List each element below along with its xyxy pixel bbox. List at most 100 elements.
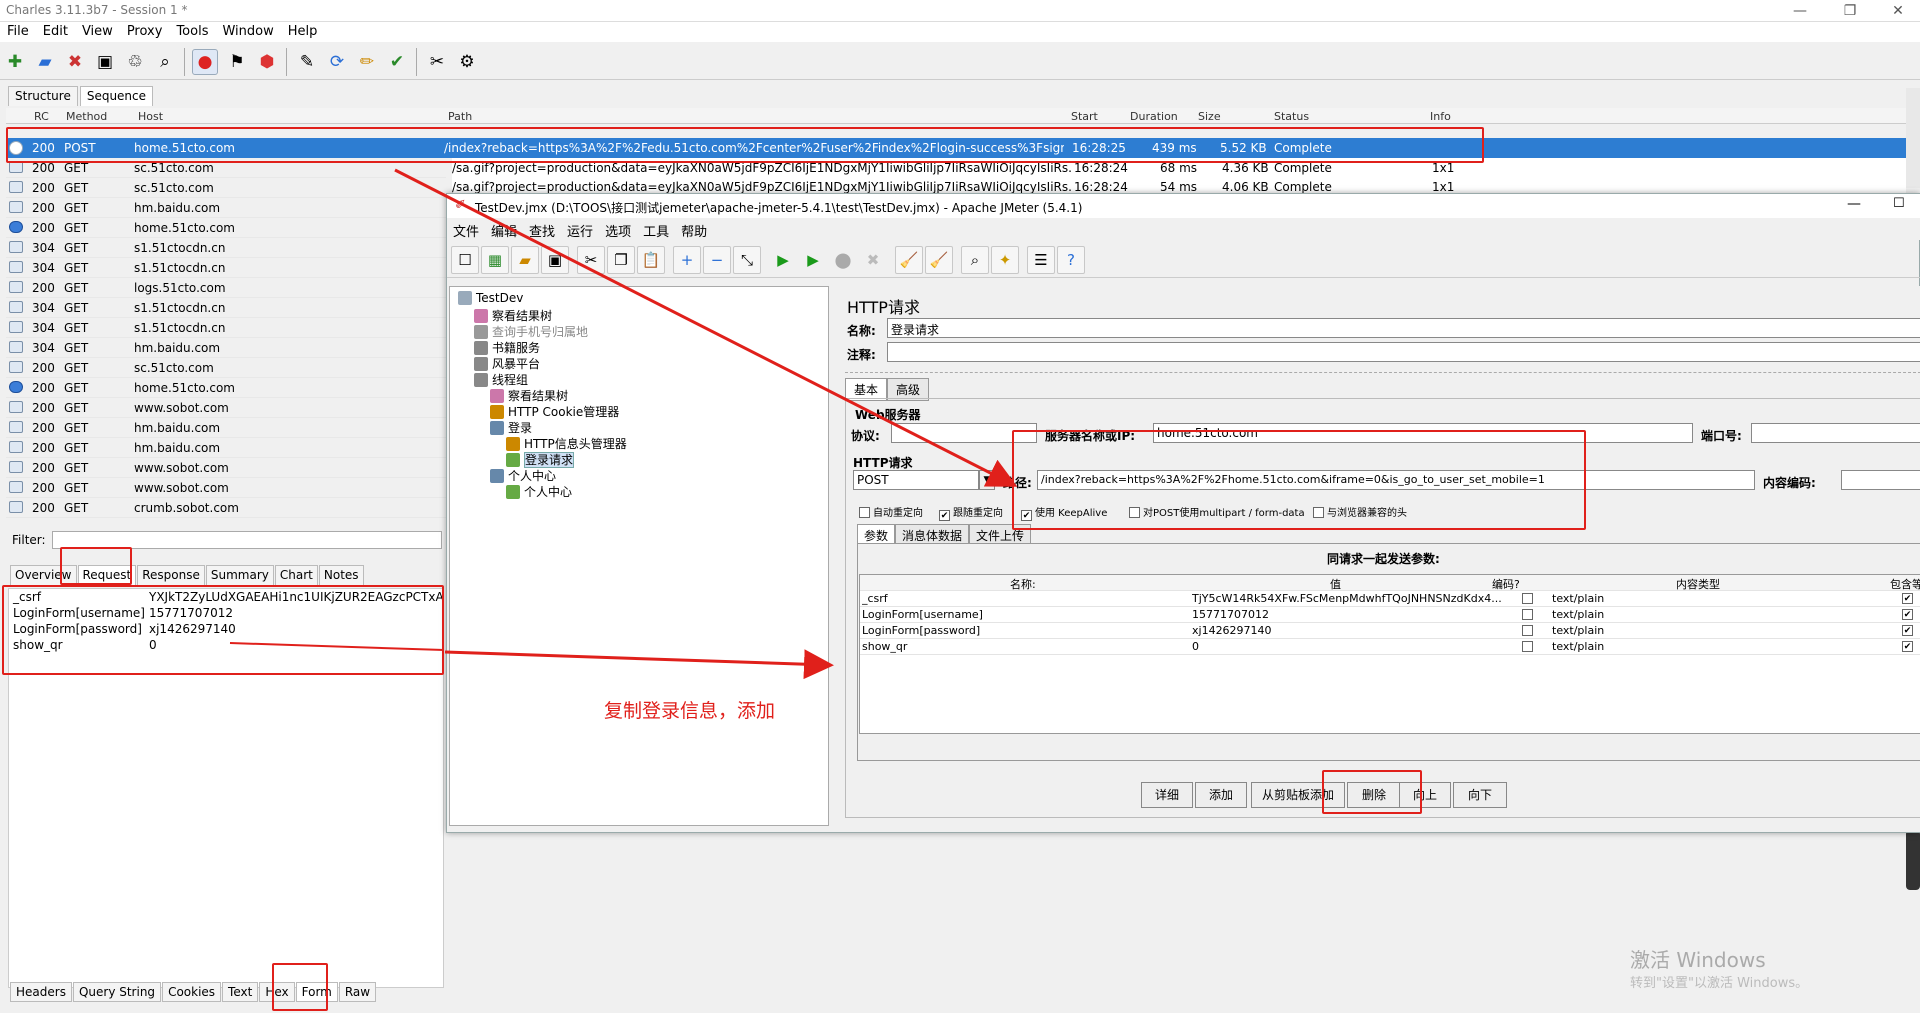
toggle-icon[interactable]: ⤡ bbox=[733, 246, 761, 274]
tab-notes[interactable]: Notes bbox=[318, 565, 364, 585]
table-row[interactable]: 200 GET www.sobot.com bbox=[6, 478, 446, 498]
jmenu-item-1[interactable]: 编辑 bbox=[485, 218, 523, 243]
new-session-icon[interactable]: ✚ bbox=[2, 49, 28, 75]
menu-view[interactable]: View bbox=[75, 22, 120, 41]
jmenu-item-5[interactable]: 工具 bbox=[637, 218, 675, 243]
tree-testplan[interactable]: TestDev bbox=[458, 291, 523, 305]
reset-search-icon[interactable]: ✦ bbox=[991, 246, 1019, 274]
table-row[interactable]: 200 GET hm.baidu.com bbox=[6, 438, 446, 458]
table-row[interactable]: 200 GET www.sobot.com bbox=[6, 398, 446, 418]
cut-icon[interactable]: ✂ bbox=[577, 246, 605, 274]
validate-icon[interactable]: ✔ bbox=[384, 49, 410, 75]
maximize-icon[interactable]: ☐ bbox=[1893, 196, 1905, 211]
minimize-icon[interactable]: — bbox=[1780, 2, 1820, 20]
search-icon[interactable]: ⌕ bbox=[961, 246, 989, 274]
add-button[interactable]: 添加 bbox=[1195, 782, 1247, 808]
tab-chart[interactable]: Chart bbox=[274, 565, 318, 585]
tab-structure[interactable]: Structure bbox=[8, 86, 78, 106]
tools-icon[interactable]: ✂ bbox=[424, 49, 450, 75]
col-size[interactable]: Size bbox=[1198, 110, 1221, 123]
tab-query-string[interactable]: Query String bbox=[72, 982, 162, 1002]
jmenu-item-2[interactable]: 查找 bbox=[523, 218, 561, 243]
comment-input[interactable] bbox=[887, 342, 1920, 362]
tree-book-service[interactable]: 书籍服务 bbox=[474, 339, 540, 356]
table-row[interactable]: 304 GET s1.51ctocdn.cn bbox=[6, 298, 446, 318]
tab-cookies[interactable]: Cookies bbox=[162, 982, 222, 1002]
record-icon[interactable]: ● bbox=[192, 49, 218, 75]
param-name[interactable]: LoginForm[password] bbox=[862, 624, 1188, 637]
tree-header-manager[interactable]: HTTP信息头管理器 bbox=[506, 435, 627, 452]
table-row[interactable]: 200 GET home.51cto.com bbox=[6, 378, 446, 398]
param-row[interactable]: show_qr 0 text/plain ✔ bbox=[860, 639, 1920, 655]
new-icon[interactable]: ☐ bbox=[451, 246, 479, 274]
collapse-icon[interactable]: − bbox=[703, 246, 731, 274]
col-start[interactable]: Start bbox=[1071, 110, 1098, 123]
edit-icon[interactable]: ✎ bbox=[294, 49, 320, 75]
jmenu-item-4[interactable]: 选项 bbox=[599, 218, 637, 243]
close-icon[interactable]: ✕ bbox=[1878, 2, 1918, 20]
param-value[interactable]: 15771707012 bbox=[1192, 608, 1518, 621]
tab-sequence[interactable]: Sequence bbox=[79, 86, 154, 106]
clear-icon[interactable]: 🧹 bbox=[895, 246, 923, 274]
copy-icon[interactable]: ❐ bbox=[607, 246, 635, 274]
col-path[interactable]: Path bbox=[448, 110, 472, 123]
param-content-type[interactable]: text/plain bbox=[1552, 640, 1604, 653]
table-row[interactable]: 200 GET logs.51cto.com bbox=[6, 278, 446, 298]
param-content-type[interactable]: text/plain bbox=[1552, 608, 1604, 621]
tree-results[interactable]: 察看结果树 bbox=[490, 387, 568, 404]
repeat-icon[interactable]: ⟳ bbox=[324, 49, 350, 75]
throttle-icon[interactable]: ⚑ bbox=[224, 49, 250, 75]
table-row[interactable]: 200 GET www.sobot.com bbox=[6, 458, 446, 478]
col-rc[interactable]: RC bbox=[34, 110, 49, 123]
table-row[interactable]: 200 GET sc.51cto.com bbox=[6, 358, 446, 378]
find-icon[interactable]: ⌕ bbox=[152, 49, 178, 75]
encoding-input[interactable] bbox=[1841, 470, 1920, 490]
tab-text[interactable]: Text bbox=[222, 982, 259, 1002]
open-icon[interactable]: ▰ bbox=[511, 246, 539, 274]
encode-checkbox[interactable] bbox=[1522, 641, 1533, 652]
tab-headers[interactable]: Headers bbox=[10, 982, 72, 1002]
jmenu-item-0[interactable]: 文件 bbox=[447, 218, 485, 243]
shutdown-icon[interactable]: ✖ bbox=[859, 246, 887, 274]
auto-redirect-checkbox[interactable]: 自动重定向 bbox=[859, 504, 923, 519]
param-row[interactable]: LoginForm[username] 15771707012 text/plain… bbox=[860, 607, 1920, 623]
trash-icon[interactable]: ♲ bbox=[122, 49, 148, 75]
param-name[interactable]: _csrf bbox=[862, 592, 1188, 605]
col-duration[interactable]: Duration bbox=[1130, 110, 1178, 123]
table-row[interactable]: 304 GET hm.baidu.com bbox=[6, 338, 446, 358]
port-input[interactable] bbox=[1751, 423, 1920, 443]
param-name[interactable]: show_qr bbox=[862, 640, 1188, 653]
table-row[interactable]: 304 GET s1.51ctocdn.cn bbox=[6, 318, 446, 338]
menu-edit[interactable]: Edit bbox=[36, 22, 75, 41]
name-input[interactable]: 登录请求 bbox=[887, 318, 1920, 338]
tree-login-request[interactable]: 登录请求 bbox=[506, 451, 575, 468]
menu-proxy[interactable]: Proxy bbox=[120, 22, 170, 41]
tree-thread-group[interactable]: 线程组 bbox=[474, 371, 528, 388]
stop-icon[interactable]: ⬤ bbox=[829, 246, 857, 274]
include-equals-checkbox[interactable]: ✔ bbox=[1902, 609, 1913, 620]
param-name[interactable]: LoginForm[username] bbox=[862, 608, 1188, 621]
maximize-icon[interactable]: ❐ bbox=[1830, 2, 1870, 20]
detail-button[interactable]: 详细 bbox=[1141, 782, 1193, 808]
function-helper-icon[interactable]: ☰ bbox=[1027, 246, 1055, 274]
paste-icon[interactable]: 📋 bbox=[637, 246, 665, 274]
start-no-pause-icon[interactable]: ▶ bbox=[799, 246, 827, 274]
tab-raw[interactable]: Raw bbox=[338, 982, 377, 1002]
tree-personal-center[interactable]: 个人中心 bbox=[490, 467, 556, 484]
chevron-down-icon[interactable]: ▼ bbox=[979, 470, 995, 490]
jmenu-item-6[interactable]: 帮助 bbox=[675, 218, 713, 243]
tree-phone-lookup[interactable]: 查询手机号归属地 bbox=[474, 323, 588, 340]
help-icon[interactable]: ? bbox=[1057, 246, 1085, 274]
table-row[interactable]: 200 GET crumb.sobot.com bbox=[6, 498, 446, 518]
expand-icon[interactable]: + bbox=[673, 246, 701, 274]
col-info[interactable]: Info bbox=[1430, 110, 1451, 123]
jmenu-item-3[interactable]: 运行 bbox=[561, 218, 599, 243]
include-equals-checkbox[interactable]: ✔ bbox=[1902, 625, 1913, 636]
col-method[interactable]: Method bbox=[66, 110, 107, 123]
pencil-icon[interactable]: ✏ bbox=[354, 49, 380, 75]
tree-login[interactable]: 登录 bbox=[490, 419, 532, 436]
menu-file[interactable]: File bbox=[0, 22, 36, 41]
param-row[interactable]: _csrf TjY5cW14Rk54XFw.FScMenpMdwhfTQoJNHN… bbox=[860, 591, 1920, 607]
table-row[interactable]: 304 GET s1.51ctocdn.cn bbox=[6, 238, 446, 258]
col-status[interactable]: Status bbox=[1274, 110, 1309, 123]
